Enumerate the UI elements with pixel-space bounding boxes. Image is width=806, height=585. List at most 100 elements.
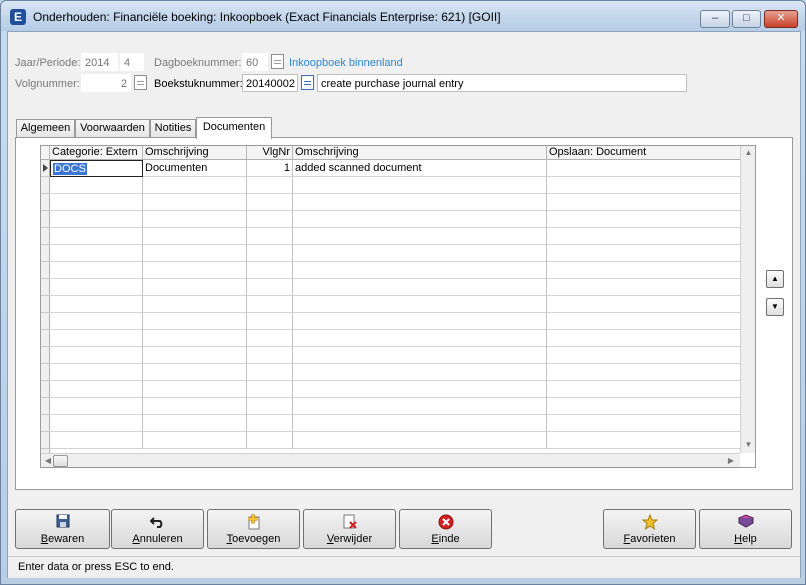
documents-grid: Categorie: Extern Omschrijving VlgNr Oms… — [40, 145, 756, 468]
period-label: Jaar/Periode: — [15, 57, 81, 69]
row-indicator-column — [41, 160, 50, 453]
documents-tab-panel: Categorie: Extern Omschrijving VlgNr Oms… — [15, 137, 793, 490]
minimize-button[interactable]: – — [700, 10, 730, 28]
table-row[interactable] — [50, 279, 740, 296]
add-button[interactable]: Toevoegen — [207, 509, 300, 549]
grid-vertical-scrollbar[interactable]: ▲ ▼ — [740, 146, 755, 453]
tab-documenten[interactable]: Documenten — [196, 117, 272, 139]
favorites-button[interactable]: Favorieten — [603, 509, 696, 549]
grid-horizontal-scrollbar[interactable]: ◀ ▶ — [41, 453, 740, 467]
status-bar: Enter data or press ESC to end. — [8, 556, 800, 578]
table-row[interactable] — [50, 228, 740, 245]
delete-document-icon — [304, 514, 395, 530]
column-header-save-document[interactable]: Opslaan: Document — [547, 146, 740, 160]
column-header-doc-description[interactable]: Omschrijving — [293, 146, 547, 160]
title-bar[interactable]: E Onderhouden: Financiële boeking: Inkoo… — [1, 1, 805, 31]
row-indicator[interactable] — [41, 245, 50, 262]
row-indicator[interactable] — [41, 313, 50, 330]
table-row[interactable]: DOCS Documenten 1 added scanned document — [50, 160, 740, 177]
table-row[interactable] — [50, 262, 740, 279]
end-button-label: Einde — [431, 533, 460, 545]
tab-voorwaarden[interactable]: Voorwaarden — [75, 119, 150, 138]
help-button-label: Help — [734, 533, 757, 545]
row-indicator[interactable] — [41, 381, 50, 398]
journal-name-link[interactable]: Inkoopboek binnenland — [289, 57, 403, 69]
row-indicator[interactable] — [41, 262, 50, 279]
save-button[interactable]: Bewaren — [15, 509, 110, 549]
end-button[interactable]: Einde — [399, 509, 492, 549]
cell-description[interactable]: Documenten — [143, 160, 247, 177]
favorites-button-label: Favorieten — [623, 533, 676, 545]
table-row[interactable] — [50, 211, 740, 228]
table-row[interactable] — [50, 194, 740, 211]
close-window-button[interactable]: ✕ — [764, 10, 798, 28]
entry-lookup-icon[interactable] — [301, 75, 314, 90]
row-indicator[interactable] — [41, 415, 50, 432]
scroll-down-arrow-icon[interactable]: ▼ — [741, 438, 755, 452]
table-row[interactable] — [50, 398, 740, 415]
row-indicator[interactable] — [41, 177, 50, 194]
table-row[interactable] — [50, 381, 740, 398]
column-header-description[interactable]: Omschrijving — [143, 146, 247, 160]
journal-lookup-icon[interactable] — [271, 54, 284, 69]
cell-doc-description[interactable]: added scanned document — [293, 160, 547, 177]
table-row[interactable] — [50, 330, 740, 347]
table-row[interactable] — [50, 347, 740, 364]
journal-number-field[interactable]: 60 — [242, 53, 268, 71]
grid-header: Categorie: Extern Omschrijving VlgNr Oms… — [41, 146, 740, 160]
row-indicator[interactable] — [41, 432, 50, 449]
delete-button[interactable]: Verwijder — [303, 509, 396, 549]
column-header-category[interactable]: Categorie: Extern — [50, 146, 143, 160]
sequence-label: Volgnummer: — [15, 78, 80, 90]
table-row[interactable] — [50, 313, 740, 330]
move-row-up-button[interactable]: ▲ — [766, 270, 784, 288]
entry-number-label: Boekstuknummer: — [154, 78, 243, 90]
cell-save-document[interactable] — [547, 160, 740, 177]
scroll-up-arrow-icon[interactable]: ▲ — [741, 146, 755, 160]
cancel-button[interactable]: Annuleren — [111, 509, 204, 549]
save-button-label: Bewaren — [40, 533, 85, 545]
row-indicator[interactable] — [41, 211, 50, 228]
undo-icon — [112, 514, 203, 530]
row-indicator[interactable] — [41, 296, 50, 313]
scroll-right-arrow-icon[interactable]: ▶ — [724, 454, 738, 467]
table-row[interactable] — [50, 245, 740, 262]
table-row[interactable] — [50, 432, 740, 449]
cell-seq[interactable]: 1 — [247, 160, 293, 177]
entry-description-field[interactable]: create purchase journal entry — [317, 74, 687, 92]
row-indicator[interactable] — [41, 364, 50, 381]
row-indicator[interactable] — [41, 279, 50, 296]
help-button[interactable]: Help — [699, 509, 792, 549]
row-indicator[interactable] — [41, 398, 50, 415]
table-row[interactable] — [50, 415, 740, 432]
sequence-number-field[interactable]: 2 — [81, 74, 131, 92]
row-indicator[interactable] — [41, 194, 50, 211]
application-window: E Onderhouden: Financiële boeking: Inkoo… — [0, 0, 806, 585]
floppy-icon — [16, 514, 109, 530]
tab-notities[interactable]: Notities — [150, 119, 196, 138]
cell-category[interactable]: DOCS — [50, 160, 143, 177]
current-row-indicator[interactable] — [41, 160, 50, 177]
period-field[interactable]: 4 — [120, 53, 144, 71]
year-field[interactable]: 2014 — [81, 53, 118, 71]
entry-number-field[interactable]: 20140002 — [242, 74, 298, 92]
horizontal-scroll-thumb[interactable] — [53, 455, 68, 467]
sequence-lookup-icon[interactable] — [134, 75, 147, 90]
tab-algemeen[interactable]: Algemeen — [16, 119, 75, 138]
maximize-button[interactable]: □ — [732, 10, 761, 28]
row-indicator[interactable] — [41, 347, 50, 364]
move-row-down-button[interactable]: ▼ — [766, 298, 784, 316]
table-row[interactable] — [50, 296, 740, 313]
close-circle-icon — [400, 514, 491, 530]
column-header-seq[interactable]: VlgNr — [247, 146, 293, 160]
book-icon — [700, 514, 791, 530]
form-client-area: Jaar/Periode: 2014 4 Dagboeknummer: 60 I… — [7, 31, 801, 578]
cell-category-value: DOCS — [53, 163, 87, 175]
row-indicator[interactable] — [41, 228, 50, 245]
cancel-button-label: Annuleren — [132, 533, 183, 545]
star-icon — [604, 513, 695, 531]
table-row[interactable] — [50, 177, 740, 194]
row-indicator[interactable] — [41, 330, 50, 347]
window-title: Onderhouden: Financiële boeking: Inkoopb… — [33, 10, 501, 24]
table-row[interactable] — [50, 364, 740, 381]
